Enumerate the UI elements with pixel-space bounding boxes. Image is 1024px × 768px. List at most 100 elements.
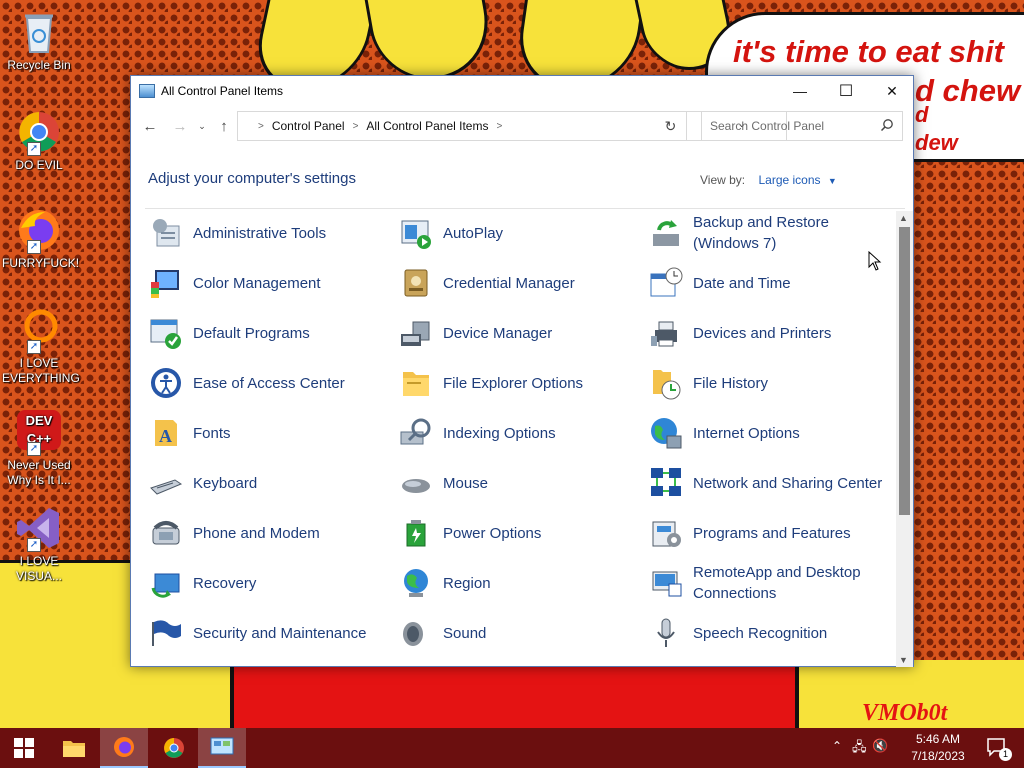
cp-item-autoplay[interactable]: AutoPlay bbox=[395, 216, 641, 258]
start-button[interactable] bbox=[0, 728, 48, 768]
shortcut-arrow-icon: ➚ bbox=[27, 142, 41, 156]
cp-item-default-programs[interactable]: Default Programs bbox=[145, 308, 391, 358]
desktop-icon-visual-studio[interactable]: ➚ I LOVE VISUA... bbox=[2, 504, 76, 584]
cp-item-power-options[interactable]: Power Options bbox=[395, 508, 641, 558]
cp-item-remoteapp[interactable]: RemoteApp and Desktop Connections bbox=[645, 558, 891, 608]
back-button[interactable]: ← bbox=[139, 114, 161, 138]
backup-restore-icon bbox=[649, 216, 683, 250]
recent-locations-button[interactable]: ⌄ bbox=[191, 114, 213, 138]
cp-item-sound[interactable]: Sound bbox=[395, 608, 641, 658]
file-explorer-options-icon bbox=[399, 366, 433, 400]
desktop-icon-devcpp[interactable]: DEV C++ ➚ Never Used Why Is It I... bbox=[2, 408, 76, 488]
back-arrow-icon: ← bbox=[142, 117, 158, 135]
cp-item-label: Color Management bbox=[193, 274, 321, 292]
cp-item-ease-of-access[interactable]: Ease of Access Center bbox=[145, 358, 391, 408]
cp-item-programs-features[interactable]: Programs and Features bbox=[645, 508, 891, 558]
desktop-icon-label: FURRYFUCK! bbox=[2, 256, 80, 270]
refresh-button[interactable]: ↻ bbox=[655, 111, 687, 141]
cp-item-label: Region bbox=[443, 574, 491, 592]
scroll-down-icon[interactable]: ▼ bbox=[899, 655, 908, 665]
desktop-icon-i-love-everything[interactable]: ➚ I LOVE EVERYTHING bbox=[2, 306, 80, 386]
clock[interactable]: 5:46 AM 7/18/2023 bbox=[908, 731, 968, 765]
credential-manager-icon bbox=[399, 266, 433, 300]
view-by: View by: Large icons ▼ bbox=[700, 173, 837, 187]
network-icon[interactable]: 🖧 bbox=[852, 738, 867, 760]
cp-item-color-management[interactable]: Color Management bbox=[145, 258, 391, 308]
cp-item-device-manager[interactable]: Device Manager bbox=[395, 308, 641, 358]
cp-item-recovery[interactable]: Recovery bbox=[145, 558, 391, 608]
minimize-button[interactable]: — bbox=[777, 76, 823, 106]
up-arrow-icon: ↑ bbox=[220, 117, 228, 135]
fonts-icon: A bbox=[149, 416, 183, 450]
cp-item-security-maintenance[interactable]: Security and Maintenance bbox=[145, 608, 391, 658]
cp-item-devices-printers[interactable]: Devices and Printers bbox=[645, 308, 891, 358]
desktop-icon-label: I LOVE VISUA... bbox=[15, 554, 62, 583]
cp-item-region[interactable]: Region bbox=[395, 558, 641, 608]
desktop-icon-firefox[interactable]: ➚ FURRYFUCK! bbox=[2, 206, 80, 271]
desktop-icon-recycle-bin[interactable]: Recycle Bin bbox=[2, 8, 76, 73]
maximize-button[interactable]: ☐ bbox=[823, 76, 869, 106]
clock-date: 7/18/2023 bbox=[911, 749, 965, 763]
cp-item-label: RemoteApp and Desktop Connections bbox=[693, 564, 861, 602]
shortcut-arrow-icon: ➚ bbox=[27, 240, 41, 254]
wallpaper-signature: VMOb0t bbox=[862, 700, 948, 726]
cp-item-date-time[interactable]: Date and Time bbox=[645, 258, 891, 308]
view-by-dropdown[interactable]: Large icons bbox=[758, 173, 820, 187]
cp-item-mouse[interactable]: Mouse bbox=[395, 458, 641, 508]
cp-item-indexing-options[interactable]: Indexing Options bbox=[395, 408, 641, 458]
desktop-icon-chrome[interactable]: ➚ DO EVIL bbox=[2, 108, 76, 173]
vertical-scrollbar[interactable]: ▲ ▼ bbox=[896, 211, 913, 667]
chrome-icon: ➚ bbox=[15, 108, 63, 156]
cp-item-phone-modem[interactable]: Phone and Modem bbox=[145, 508, 391, 558]
cp-item-file-history[interactable]: File History bbox=[645, 358, 891, 408]
cp-item-credential-manager[interactable]: Credential Manager bbox=[395, 258, 641, 308]
device-manager-icon bbox=[399, 316, 433, 350]
cp-item-internet-options[interactable]: Internet Options bbox=[645, 408, 891, 458]
scrollbar-thumb[interactable] bbox=[899, 227, 910, 515]
admin-tools-icon bbox=[149, 216, 183, 250]
refresh-icon: ↻ bbox=[664, 117, 677, 134]
programs-features-icon bbox=[649, 516, 683, 550]
close-button[interactable]: ✕ bbox=[869, 76, 915, 106]
title-bar[interactable]: All Control Panel Items — ☐ ✕ bbox=[131, 76, 913, 106]
cp-item-file-explorer-options[interactable]: File Explorer Options bbox=[395, 358, 641, 408]
desktop-icon-label: I LOVE EVERYTHING bbox=[2, 356, 80, 385]
control-panel-items: Administrative Tools AutoPlay Backup and R… bbox=[145, 216, 897, 666]
cp-item-keyboard[interactable]: Keyboard bbox=[145, 458, 391, 508]
wallpaper-caption: it's time to eat shit bbox=[733, 34, 1004, 69]
cp-item-label: Ease of Access Center bbox=[193, 374, 345, 392]
chevron-right-icon: > bbox=[496, 120, 503, 132]
wallpaper-flame bbox=[361, 0, 499, 80]
chevron-right-icon: > bbox=[352, 120, 359, 132]
control-panel-icon bbox=[139, 84, 155, 98]
ring-icon: ➚ bbox=[15, 306, 63, 354]
taskbar-chrome[interactable] bbox=[150, 728, 198, 768]
caret-down-icon[interactable]: ▼ bbox=[828, 176, 837, 186]
recycle-bin-icon bbox=[15, 8, 63, 56]
cp-item-label: Mouse bbox=[443, 474, 489, 492]
cp-item-admin-tools[interactable]: Administrative Tools bbox=[145, 216, 391, 258]
cp-item-label: Fonts bbox=[193, 424, 231, 442]
volume-muted-icon[interactable]: 🔇 bbox=[872, 738, 888, 754]
show-hidden-icons-icon[interactable]: ⌃ bbox=[832, 739, 842, 753]
action-center-button[interactable]: 1 bbox=[986, 737, 1012, 761]
breadcrumb-control-panel[interactable]: Control Panel bbox=[272, 119, 345, 133]
system-tray: ⌃ 🖧 🔇 5:46 AM 7/18/2023 1 bbox=[824, 728, 1024, 768]
taskbar-file-explorer[interactable] bbox=[50, 728, 98, 768]
up-button[interactable]: ↑ bbox=[213, 114, 235, 138]
view-by-label: View by: bbox=[700, 173, 746, 187]
scroll-up-icon[interactable]: ▲ bbox=[899, 213, 908, 223]
breadcrumb-all-items[interactable]: All Control Panel Items bbox=[366, 119, 488, 133]
cp-item-network-sharing[interactable]: Network and Sharing Center bbox=[645, 458, 891, 508]
notification-count-badge: 1 bbox=[999, 748, 1012, 761]
taskbar-control-panel[interactable] bbox=[198, 728, 246, 768]
cp-item-label: Indexing Options bbox=[443, 424, 556, 442]
cp-item-speech-recognition[interactable]: Speech Recognition bbox=[645, 608, 891, 658]
autoplay-icon bbox=[399, 216, 433, 250]
search-input[interactable]: Search Control Panel bbox=[701, 111, 903, 141]
cp-item-backup-restore[interactable]: Backup and Restore (Windows 7) bbox=[645, 216, 891, 258]
cp-item-fonts[interactable]: A Fonts bbox=[145, 408, 391, 458]
forward-button[interactable]: → bbox=[169, 114, 191, 138]
taskbar-firefox[interactable] bbox=[100, 728, 148, 768]
cp-item-label: Default Programs bbox=[193, 324, 310, 342]
